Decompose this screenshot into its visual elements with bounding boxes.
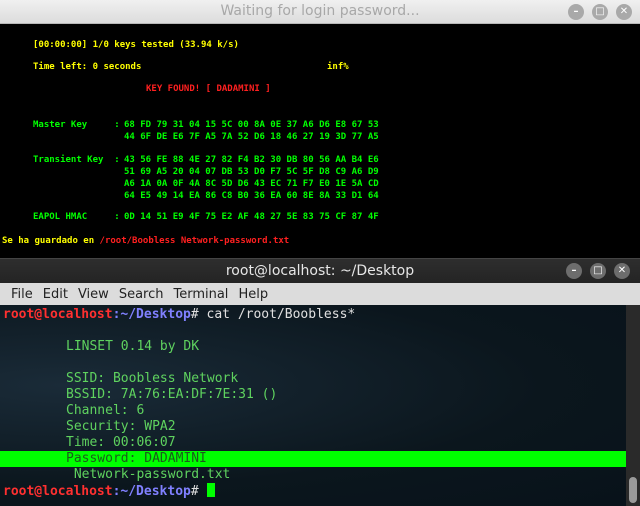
master-key-row-1: 68 FD 79 31 04 15 5C 00 8A 0E 37 A6 D6 E…: [124, 120, 379, 130]
command-line: root@localhost:~/Desktop# cat /root/Boob…: [3, 307, 355, 323]
terminal-output[interactable]: root@localhost:~/Desktop# cat /root/Boob…: [0, 305, 626, 506]
channel-line: Channel: 6: [66, 403, 145, 418]
close-icon[interactable]: ✕: [616, 4, 632, 20]
aircrack-titlebar[interactable]: Waiting for login password... – □ ✕: [0, 0, 640, 24]
time-line: Time: 00:06:07: [66, 435, 176, 450]
maximize-icon[interactable]: □: [592, 4, 608, 20]
transient-key-label: Transient Key :: [33, 155, 120, 165]
security-line: Security: WPA2: [66, 419, 176, 434]
menu-edit[interactable]: Edit: [38, 287, 73, 302]
menu-search[interactable]: Search: [114, 287, 169, 302]
bssid-line: BSSID: 7A:76:EA:DF:7E:31 (): [66, 387, 278, 402]
prompt-user: root@localhost: [3, 307, 113, 322]
saved-file-line: Se ha guardado en /root/Boobless Network…: [2, 236, 289, 246]
minimize-icon[interactable]: –: [566, 263, 582, 279]
terminal-titlebar[interactable]: root@localhost: ~/Desktop – □ ✕: [0, 258, 640, 283]
menu-help[interactable]: Help: [233, 287, 273, 302]
scrollbar-thumb[interactable]: [629, 477, 637, 503]
password-line: Password: DADAMINI: [66, 451, 207, 466]
ssid-line: SSID: Boobless Network: [66, 371, 239, 386]
menu-terminal[interactable]: Terminal: [168, 287, 233, 302]
transient-key-row-1: 43 56 FE 88 4E 27 82 F4 B2 30 DB 80 56 A…: [124, 155, 379, 165]
prompt-user: root@localhost: [3, 484, 113, 499]
command-text: cat /root/Boobless*: [198, 307, 356, 322]
linset-line: LINSET 0.14 by DK: [66, 339, 200, 354]
prompt-symbol: #: [190, 307, 199, 322]
eapol-hmac-value: 0D 14 51 E9 4F 75 E2 AF 48 27 5E 83 75 C…: [124, 212, 379, 222]
file-line: Network-password.txt: [66, 467, 231, 482]
active-prompt-line: root@localhost:~/Desktop#: [3, 483, 215, 499]
prompt-symbol: #: [190, 484, 199, 499]
terminal-window-controls: – □ ✕: [566, 263, 630, 279]
transient-key-row-3: A6 1A 0A 0F 4A 8C 5D D6 43 EC 71 F7 E0 1…: [124, 179, 379, 189]
eapol-hmac-label: EAPOL HMAC :: [33, 212, 120, 222]
time-left-line: Time left: 0 seconds: [33, 62, 142, 72]
keys-tested-line: [00:00:00] 1/0 keys tested (33.94 k/s): [33, 40, 239, 50]
maximize-icon[interactable]: □: [590, 263, 606, 279]
terminal-scrollbar[interactable]: [626, 305, 640, 506]
transient-key-row-4: 64 E5 49 14 EA 86 C8 B0 36 EA 60 8E 8A 3…: [124, 191, 379, 201]
saved-path: /root/Boobless Network-password.txt: [99, 236, 290, 246]
aircrack-window-controls: – □ ✕: [568, 4, 632, 20]
terminal-menubar: File Edit View Search Terminal Help: [0, 283, 640, 305]
key-found-line: KEY FOUND! [ DADAMINI ]: [146, 84, 271, 94]
master-key-row-2: 44 6F DE E6 7F A5 7A 52 D6 18 46 27 19 3…: [124, 132, 379, 142]
terminal-window-title: root@localhost: ~/Desktop: [225, 263, 415, 279]
aircrack-window-title: Waiting for login password...: [220, 3, 420, 19]
minimize-icon[interactable]: –: [568, 4, 584, 20]
menu-view[interactable]: View: [73, 287, 114, 302]
master-key-label: Master Key :: [33, 120, 120, 130]
percent-value: inf%: [327, 62, 349, 72]
aircrack-window: Waiting for login password... – □ ✕ [00:…: [0, 0, 640, 258]
prompt-path: :~/Desktop: [112, 484, 191, 499]
saved-prefix: Se ha guardado en: [2, 236, 100, 246]
text-cursor: [206, 483, 215, 497]
prompt-path: :~/Desktop: [112, 307, 191, 322]
menu-file[interactable]: File: [6, 287, 38, 302]
transient-key-row-2: 51 69 A5 20 04 07 DB 53 D0 F7 5C 5F D8 C…: [124, 167, 379, 177]
close-icon[interactable]: ✕: [614, 263, 630, 279]
terminal-window: root@localhost: ~/Desktop – □ ✕ File Edi…: [0, 258, 640, 506]
aircrack-console: [00:00:00] 1/0 keys tested (33.94 k/s) T…: [0, 24, 640, 258]
